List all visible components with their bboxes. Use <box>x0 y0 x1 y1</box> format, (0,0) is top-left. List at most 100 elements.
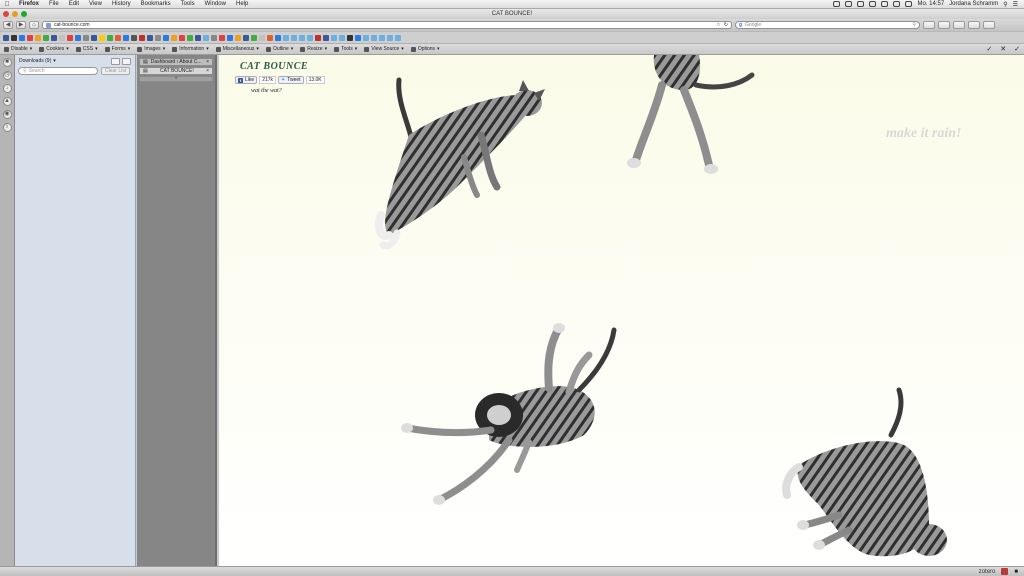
bookmark-icon[interactable] <box>75 34 81 41</box>
devbar-disable[interactable]: Disable ▾ <box>4 46 32 52</box>
make-it-rain-link[interactable]: make it rain! <box>886 126 961 142</box>
tab-cat-bounce[interactable]: ▤ CAT BOUNCE! × <box>139 67 213 75</box>
menu-window[interactable]: Window <box>200 1 231 7</box>
bookmark-icon[interactable] <box>91 34 97 41</box>
devbar-information[interactable]: Information ▾ <box>172 46 209 52</box>
bookmark-icon[interactable] <box>3 34 9 41</box>
bookmark-icon[interactable] <box>267 34 273 41</box>
back-button[interactable]: ◀ <box>3 21 13 29</box>
tweet-button[interactable]: ✦ Tweet <box>278 76 304 84</box>
url-text[interactable]: cat-bounce.com <box>54 22 713 28</box>
chevron-down-icon[interactable]: ▾ <box>53 58 56 64</box>
bookmark-icon[interactable] <box>323 34 329 41</box>
reload-icon[interactable]: ↻ <box>724 22 728 28</box>
tagline[interactable]: wat the wat? <box>251 88 282 94</box>
downloads-search-input[interactable]: ⚲ Search <box>18 67 98 75</box>
bookmark-icon[interactable] <box>195 34 201 41</box>
tab-dashboard[interactable]: ▤ Dashboard ‹ About C... × <box>139 58 213 66</box>
devbar-tools[interactable]: Tools ▾ <box>334 46 357 52</box>
bookmark-icon[interactable] <box>307 34 313 41</box>
bookmark-icon[interactable] <box>211 34 217 41</box>
bouncing-cat-2[interactable] <box>624 55 764 185</box>
facebook-like-button[interactable]: f Like <box>235 76 258 84</box>
menu-tools[interactable]: Tools <box>176 1 200 7</box>
dropbox-icon[interactable] <box>833 1 841 7</box>
bookmark-icon[interactable] <box>123 34 129 41</box>
devbar-view-source[interactable]: View Source ▾ <box>364 46 404 52</box>
menu-firefox[interactable]: Firefox <box>14 1 44 7</box>
volume-icon[interactable] <box>893 1 901 7</box>
bookmark-icon[interactable] <box>59 34 65 41</box>
site-title[interactable]: CAT BOUNCE <box>240 61 308 72</box>
battery-icon[interactable] <box>905 1 913 7</box>
clock[interactable]: Mo. 14:57 <box>917 1 944 7</box>
bookmark-icon[interactable] <box>379 34 385 41</box>
bookmark-icon[interactable] <box>51 34 57 41</box>
bookmark-icon[interactable] <box>331 34 337 41</box>
check-icon[interactable]: ✓ <box>1014 45 1020 53</box>
zoom-window-button[interactable] <box>21 11 27 17</box>
bookmark-icon[interactable] <box>171 34 177 41</box>
bookmark-icon[interactable] <box>203 34 209 41</box>
addon-button-2[interactable] <box>953 21 965 29</box>
menu-file[interactable]: File <box>44 1 64 7</box>
downloads-sidebar-icon[interactable]: ↓ <box>2 84 12 93</box>
menu-bookmarks[interactable]: Bookmarks <box>136 1 176 7</box>
zotero-label[interactable]: zotero <box>979 569 996 575</box>
bookmark-star-icon[interactable]: ☆ <box>716 22 720 28</box>
bookmark-icon[interactable] <box>315 34 321 41</box>
clear-list-button[interactable]: Clear List <box>101 67 131 75</box>
bookmark-icon[interactable] <box>299 34 305 41</box>
devbar-options[interactable]: Options ▾ <box>410 46 440 52</box>
bookmark-icon[interactable] <box>115 34 121 41</box>
close-icon[interactable]: × <box>206 68 209 74</box>
google-icon[interactable]: g <box>739 22 742 28</box>
menu-help[interactable]: Help <box>231 1 253 7</box>
bookmark-icon[interactable] <box>259 34 265 41</box>
addon-button-1[interactable] <box>938 21 950 29</box>
apple-icon[interactable]:  <box>0 1 14 8</box>
bookmark-icon[interactable] <box>347 34 353 41</box>
home-icon[interactable]: ⌂ <box>29 21 39 29</box>
downloads-title[interactable]: Downloads (9) <box>19 58 51 64</box>
addons-sidebar-icon[interactable]: ▲ <box>2 97 12 106</box>
history-sidebar-icon[interactable]: ◷ <box>2 71 12 80</box>
check-icon[interactable]: ✓ <box>986 45 992 53</box>
bookmark-icon[interactable] <box>67 34 73 41</box>
devbar-forms[interactable]: Forms ▾ <box>104 46 130 52</box>
bookmark-icon[interactable] <box>99 34 105 41</box>
menu-edit[interactable]: Edit <box>64 1 84 7</box>
bookmark-icon[interactable] <box>227 34 233 41</box>
bookmark-icon[interactable] <box>131 34 137 41</box>
bluetooth-icon[interactable] <box>869 1 877 7</box>
addon-button-3[interactable] <box>968 21 980 29</box>
search-icon[interactable]: ⚲ <box>912 22 916 28</box>
bookmark-icon[interactable] <box>187 34 193 41</box>
bookmark-icon[interactable] <box>219 34 225 41</box>
spotlight-icon[interactable]: ⚲ <box>1003 1 1007 8</box>
bookmark-icon[interactable] <box>243 34 249 41</box>
bookmark-icon[interactable] <box>43 34 49 41</box>
sidebar-swap-button[interactable] <box>122 57 131 65</box>
close-icon[interactable]: ✕ <box>1000 45 1006 53</box>
info-icon[interactable]: i <box>2 123 12 132</box>
bookmark-icon[interactable] <box>371 34 377 41</box>
user-name[interactable]: Jordana Schramm <box>949 1 998 7</box>
sidebar-layout-button[interactable] <box>111 57 120 65</box>
bookmarks-sidebar-icon[interactable]: ■ <box>2 58 12 67</box>
menu-history[interactable]: History <box>107 1 136 7</box>
devbar-resize[interactable]: Resize ▾ <box>300 46 327 52</box>
bouncing-cat-3[interactable] <box>399 320 639 515</box>
search-bar[interactable]: g Google ⚲ <box>735 21 920 29</box>
minimize-window-button[interactable] <box>12 11 18 17</box>
bookmark-icon[interactable] <box>339 34 345 41</box>
home-button[interactable] <box>923 21 935 29</box>
bookmark-icon[interactable] <box>395 34 401 41</box>
bookmark-icon[interactable] <box>155 34 161 41</box>
bookmark-icon[interactable] <box>11 34 17 41</box>
bookmark-icon[interactable] <box>283 34 289 41</box>
addon-status-icon[interactable]: ■ <box>1014 569 1018 575</box>
devbar-css[interactable]: CSS ▾ <box>75 46 98 52</box>
bouncing-cat-4[interactable] <box>779 385 954 565</box>
eye-icon[interactable]: ◉ <box>2 110 12 119</box>
